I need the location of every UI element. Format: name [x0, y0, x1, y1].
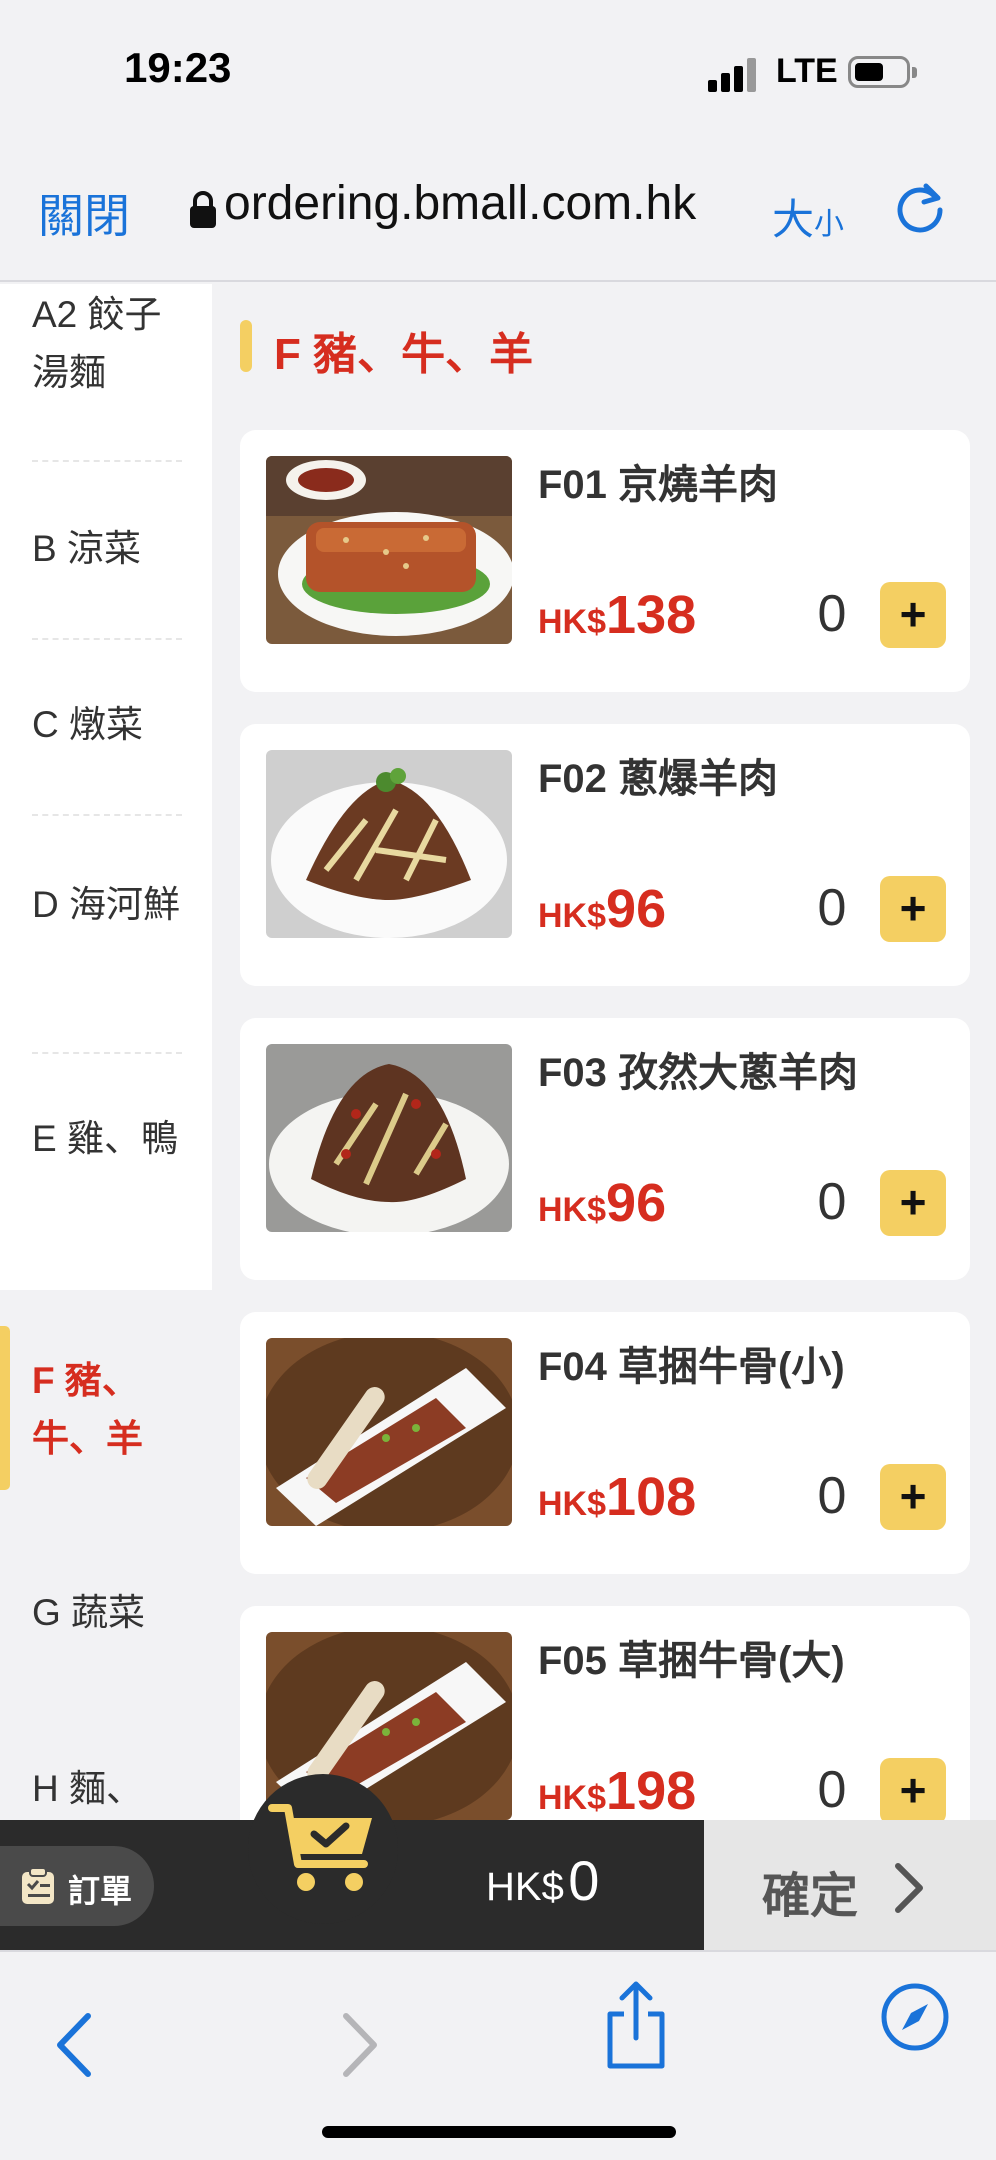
sidebar-item-g[interactable]: G 蔬菜	[0, 1584, 212, 1642]
share-icon[interactable]	[604, 1978, 668, 2074]
section-title: F 豬、牛、羊	[274, 330, 534, 379]
quantity-value: 0	[817, 1467, 847, 1525]
sidebar-item-h[interactable]: H 麵、	[0, 1760, 212, 1818]
confirm-label: 確定	[762, 1870, 859, 1923]
sidebar-item-a2[interactable]: A2 餃子湯麵	[0, 286, 212, 402]
dish-image	[266, 456, 512, 644]
orders-label: 訂單	[68, 1873, 133, 1909]
close-button[interactable]: 關閉	[38, 180, 130, 246]
signal-icon	[708, 58, 760, 92]
text-size-big: 大	[772, 196, 815, 243]
dish-image	[266, 1044, 512, 1232]
dish-price: HK$198	[538, 1760, 696, 1820]
dish-name: F03 孜然大蔥羊肉	[538, 1051, 859, 1095]
dish-price: HK$96	[538, 1172, 666, 1234]
battery-icon	[848, 56, 917, 88]
add-button[interactable]: +	[880, 1170, 946, 1236]
dish-card[interactable]: F03 孜然大蔥羊肉 HK$96 0 +	[240, 1018, 970, 1280]
home-indicator	[322, 2126, 676, 2138]
sidebar-item-c[interactable]: C 燉菜	[0, 696, 212, 754]
network-label: LTE	[776, 52, 838, 90]
quantity-value: 0	[817, 1173, 847, 1231]
quantity-value: 0	[817, 879, 847, 937]
price-amount: 96	[606, 879, 667, 939]
dish-name: F02 蔥爆羊肉	[538, 757, 779, 801]
divider	[32, 814, 182, 816]
add-button[interactable]: +	[880, 876, 946, 942]
lock-icon	[190, 191, 216, 228]
category-sidebar: A2 餃子湯麵 B 涼菜 C 燉菜 D 海河鮮 E 雞、鴨 F 豬、牛、羊 G …	[0, 284, 212, 1820]
clipboard-icon	[22, 1867, 54, 1904]
back-icon[interactable]	[50, 2010, 96, 2080]
total-amount: 0	[568, 1849, 600, 1912]
sidebar-item-e[interactable]: E 雞、鴨	[0, 1110, 212, 1168]
divider	[32, 1052, 182, 1054]
cart-icon	[268, 1804, 372, 1891]
price-amount: 96	[606, 1173, 667, 1233]
dish-name: F01 京燒羊肉	[538, 463, 779, 507]
status-time: 19:23	[124, 44, 232, 91]
forward-icon[interactable]	[338, 2010, 384, 2080]
add-button[interactable]: +	[880, 1758, 946, 1820]
divider	[32, 638, 182, 640]
chevron-right-icon	[895, 1863, 923, 1913]
cart-button[interactable]	[248, 1774, 398, 1924]
quantity-value: 0	[817, 585, 847, 643]
dish-card[interactable]: F02 蔥爆羊肉 HK$96 0 +	[240, 724, 970, 986]
url-field[interactable]: ordering.bmall.com.hk	[224, 176, 746, 231]
price-currency: HK$	[538, 603, 607, 641]
browser-address-bar: 關閉 ordering.bmall.com.hk 大小	[0, 140, 996, 282]
text-size-small: 小	[814, 208, 845, 241]
reload-icon[interactable]	[892, 180, 948, 236]
dish-card[interactable]: F04 草捆牛骨(小) HK$108 0 +	[240, 1312, 970, 1574]
orders-button[interactable]: 訂單	[0, 1846, 154, 1926]
menu-content: F 豬、牛、羊 F01 京燒羊肉 HK$138 0 + F02 蔥爆羊肉 HK$…	[212, 284, 996, 1820]
add-button[interactable]: +	[880, 582, 946, 648]
dish-name: F04 草捆牛骨(小)	[538, 1345, 845, 1389]
dish-price: HK$108	[538, 1466, 696, 1528]
dish-image	[266, 750, 512, 938]
dish-name: F05 草捆牛骨(大)	[538, 1639, 845, 1683]
dish-price: HK$96	[538, 878, 666, 940]
cart-total: HK$ 0	[486, 1848, 599, 1913]
divider	[32, 460, 182, 462]
price-currency: HK$	[538, 1779, 607, 1817]
price-currency: HK$	[538, 897, 607, 935]
compass-icon[interactable]	[880, 1982, 950, 2052]
price-amount: 108	[606, 1467, 697, 1527]
sidebar-item-b[interactable]: B 涼菜	[0, 520, 212, 578]
section-accent-bar	[240, 320, 252, 372]
text-size-button[interactable]: 大小	[772, 186, 844, 247]
price-currency: HK$	[538, 1485, 607, 1523]
price-currency: HK$	[538, 1191, 607, 1229]
confirm-button[interactable]: 確定	[704, 1820, 996, 1950]
status-bar: 19:23 LTE	[0, 0, 996, 140]
dish-image	[266, 1338, 512, 1526]
dish-price: HK$138	[538, 584, 696, 646]
dish-card[interactable]: F01 京燒羊肉 HK$138 0 +	[240, 430, 970, 692]
quantity-value: 0	[817, 1761, 847, 1819]
price-amount: 198	[606, 1761, 697, 1820]
sidebar-item-f[interactable]: F 豬、牛、羊	[0, 1352, 212, 1468]
sidebar-item-d[interactable]: D 海河鮮	[0, 876, 212, 934]
total-currency: HK$	[486, 1865, 564, 1909]
add-button[interactable]: +	[880, 1464, 946, 1530]
price-amount: 138	[606, 585, 697, 645]
